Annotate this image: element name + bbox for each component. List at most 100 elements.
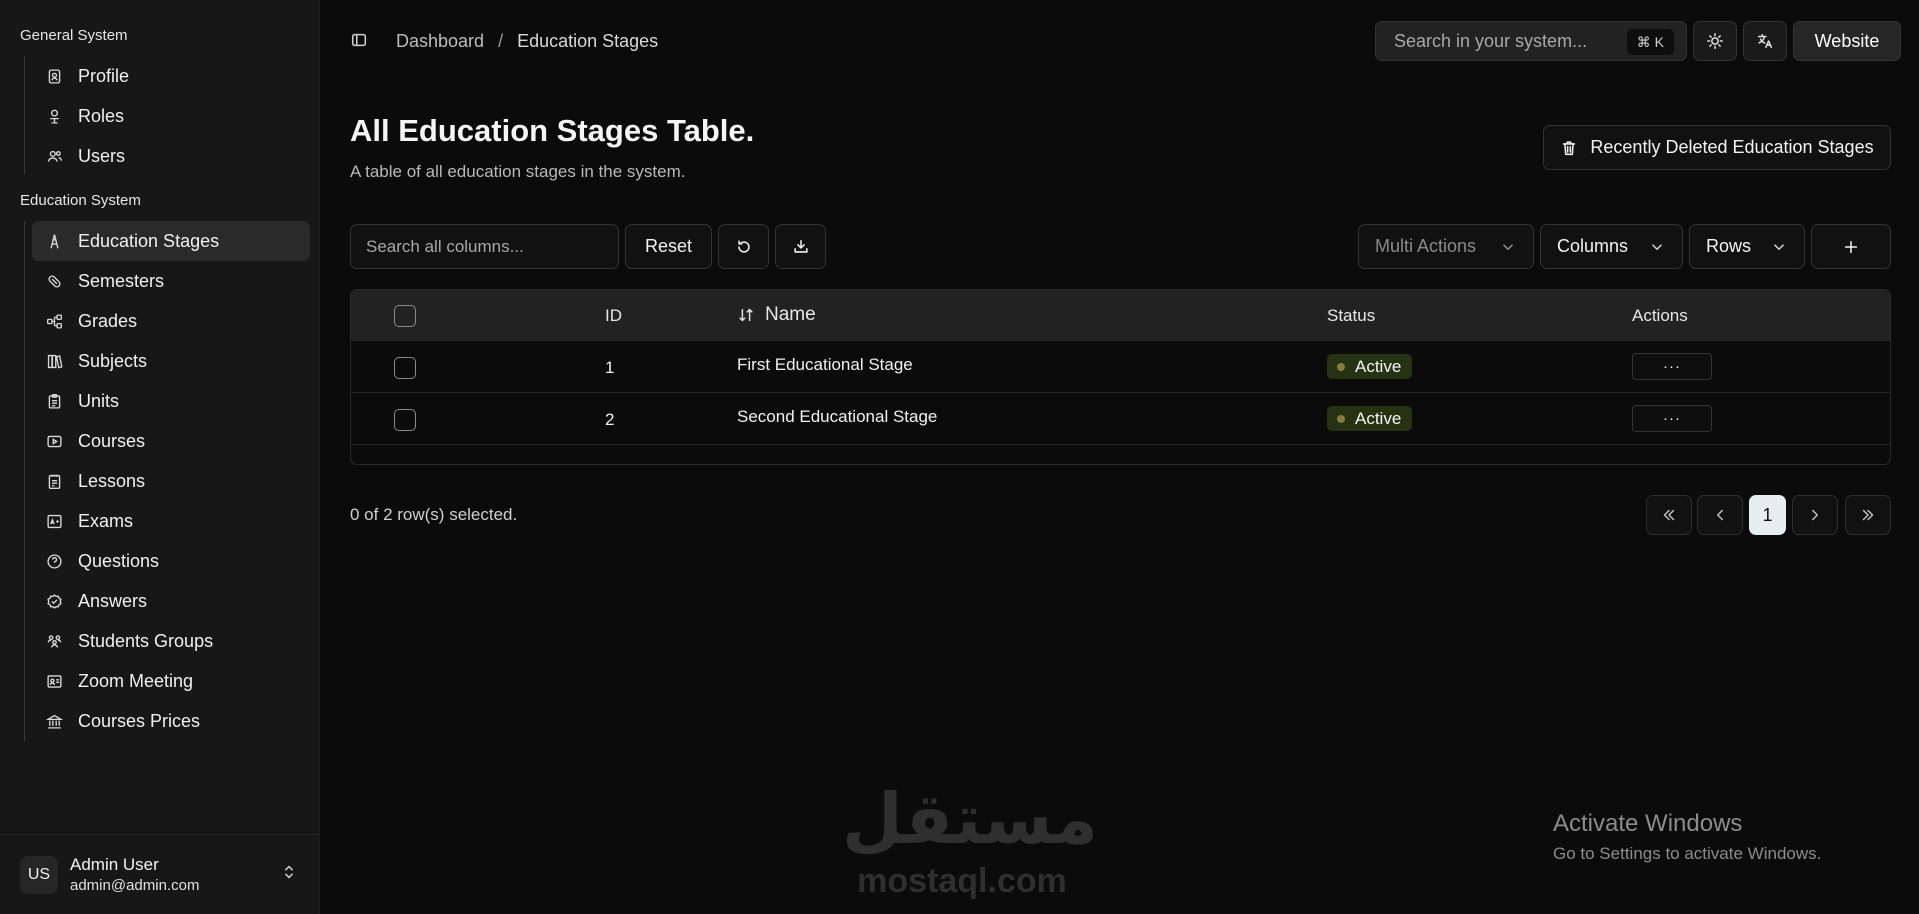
status-badge-label: Active [1355, 356, 1402, 376]
columns-label: Columns [1557, 236, 1629, 256]
status-badge-label: Active [1355, 408, 1402, 428]
multi-actions-dropdown[interactable]: Multi Actions [1358, 224, 1534, 269]
clipboard-icon [44, 391, 64, 411]
select-all-checkbox[interactable] [394, 305, 416, 327]
sidebar-item-label: Students Groups [78, 630, 214, 651]
sidebar: General System Profile Roles Users Educa… [0, 0, 320, 914]
sidebar-item-lessons[interactable]: Lessons [32, 461, 310, 501]
user-email: admin@admin.com [70, 877, 200, 894]
add-button[interactable] [1811, 224, 1891, 269]
status-badge: Active [1327, 354, 1413, 379]
sidebar-item-label: Profile [78, 65, 130, 86]
notepad-icon [44, 471, 64, 491]
sidebar-item-courses[interactable]: Courses [32, 421, 310, 461]
watermark-arabic: مستقل [842, 778, 1099, 860]
activate-windows-notice: Activate Windows Go to Settings to activ… [1553, 810, 1821, 864]
sort-icon [737, 306, 755, 324]
breadcrumb-dashboard[interactable]: Dashboard [396, 31, 484, 52]
page-title: All Education Stages Table. [350, 113, 755, 148]
row-actions-button[interactable]: ··· [1632, 405, 1712, 432]
status-dot-icon [1337, 414, 1345, 423]
sidebar-item-label: Exams [78, 510, 134, 531]
previous-page-button[interactable] [1697, 495, 1743, 535]
page-subtitle: A table of all education stages in the s… [350, 162, 686, 181]
global-search-placeholder: Search in your system... [1394, 30, 1588, 51]
recently-deleted-label: Recently Deleted Education Stages [1590, 137, 1874, 157]
sidebar-item-units[interactable]: Units [32, 381, 310, 421]
table-search-placeholder: Search all columns... [366, 236, 524, 256]
chevron-left-icon [1711, 506, 1729, 524]
watermark-latin: mostaql.com [857, 862, 1067, 900]
next-page-button[interactable] [1792, 495, 1838, 535]
sidebar-item-questions[interactable]: Questions [32, 541, 310, 581]
row-name: First Educational Stage [737, 355, 913, 374]
row-checkbox[interactable] [394, 409, 416, 431]
chevrons-right-icon [1859, 506, 1877, 524]
check-circle-icon [44, 591, 64, 611]
page-button-current[interactable]: 1 [1749, 495, 1786, 535]
sidebar-group-general-label: General System [20, 27, 128, 44]
sidebar-item-grades[interactable]: Grades [32, 301, 310, 341]
sidebar-group-education-label: Education System [20, 192, 141, 209]
language-button[interactable] [1743, 21, 1787, 61]
table-search-input[interactable]: Search all columns... [350, 224, 619, 269]
row-id: 2 [605, 410, 615, 429]
sun-icon [1706, 32, 1724, 50]
mostaql-watermark: مستقل mostaql.com [842, 778, 1099, 901]
hierarchy-icon [44, 311, 64, 331]
sidebar-item-subjects[interactable]: Subjects [32, 341, 310, 381]
data-table: ID Name Status Actions 1 First Education… [350, 289, 1891, 465]
sidebar-item-label: Subjects [78, 350, 148, 371]
sidebar-item-students-groups[interactable]: Students Groups [32, 621, 310, 661]
question-icon [44, 551, 64, 571]
profile-icon [44, 66, 64, 86]
global-search-input[interactable]: Search in your system... ⌘ K [1375, 21, 1687, 61]
sidebar-item-users[interactable]: Users [32, 136, 310, 176]
column-header-actions: Actions [1632, 306, 1688, 325]
refresh-button[interactable] [718, 224, 769, 269]
sidebar-item-label: Grades [78, 310, 138, 331]
chevron-up-down-icon [280, 863, 298, 886]
recently-deleted-button[interactable]: Recently Deleted Education Stages [1543, 125, 1891, 170]
breadcrumb: Dashboard / Education Stages [396, 31, 658, 52]
sidebar-item-label: Lessons [78, 470, 146, 491]
sidebar-item-zoom-meeting[interactable]: Zoom Meeting [32, 661, 310, 701]
user-menu[interactable]: US Admin User admin@admin.com [0, 834, 320, 914]
sidebar-item-label: Answers [78, 590, 148, 611]
first-page-button[interactable] [1646, 495, 1692, 535]
table-header: ID Name Status Actions [351, 290, 1890, 341]
rows-label: Rows [1706, 236, 1752, 256]
selection-summary: 0 of 2 row(s) selected. [350, 505, 518, 524]
theme-toggle-button[interactable] [1693, 21, 1737, 61]
column-header-id[interactable]: ID [605, 306, 622, 326]
sidebar-item-exams[interactable]: Exams [32, 501, 310, 541]
sidebar-item-semesters[interactable]: Semesters [32, 261, 310, 301]
chevron-down-icon [1648, 238, 1666, 256]
column-header-name-label: Name [765, 304, 816, 325]
columns-dropdown[interactable]: Columns [1540, 224, 1683, 269]
reset-button[interactable]: Reset [625, 224, 712, 269]
bank-icon [44, 711, 64, 731]
last-page-button[interactable] [1845, 495, 1891, 535]
refresh-icon [735, 238, 753, 256]
sidebar-item-courses-prices[interactable]: Courses Prices [32, 701, 310, 741]
sidebar-item-label: Education Stages [78, 230, 220, 251]
sidebar-item-label: Users [78, 145, 126, 166]
sidebar-item-roles[interactable]: Roles [32, 96, 310, 136]
meeting-icon [44, 671, 64, 691]
breadcrumb-current: Education Stages [517, 31, 659, 51]
rows-dropdown[interactable]: Rows [1689, 224, 1805, 269]
website-button[interactable]: Website [1793, 21, 1901, 61]
row-checkbox[interactable] [394, 357, 416, 379]
sidebar-item-answers[interactable]: Answers [32, 581, 310, 621]
sidebar-toggle-icon[interactable] [350, 31, 368, 54]
sidebar-item-education-stages[interactable]: Education Stages [32, 221, 310, 261]
chevrons-left-icon [1660, 506, 1678, 524]
export-button[interactable] [775, 224, 826, 269]
sidebar-item-profile[interactable]: Profile [32, 56, 310, 96]
row-actions-button[interactable]: ··· [1632, 353, 1712, 380]
chevron-down-icon [1499, 238, 1517, 256]
sidebar-item-label: Questions [78, 550, 160, 571]
multi-actions-label: Multi Actions [1375, 236, 1477, 256]
column-header-name[interactable]: Name [737, 304, 816, 326]
